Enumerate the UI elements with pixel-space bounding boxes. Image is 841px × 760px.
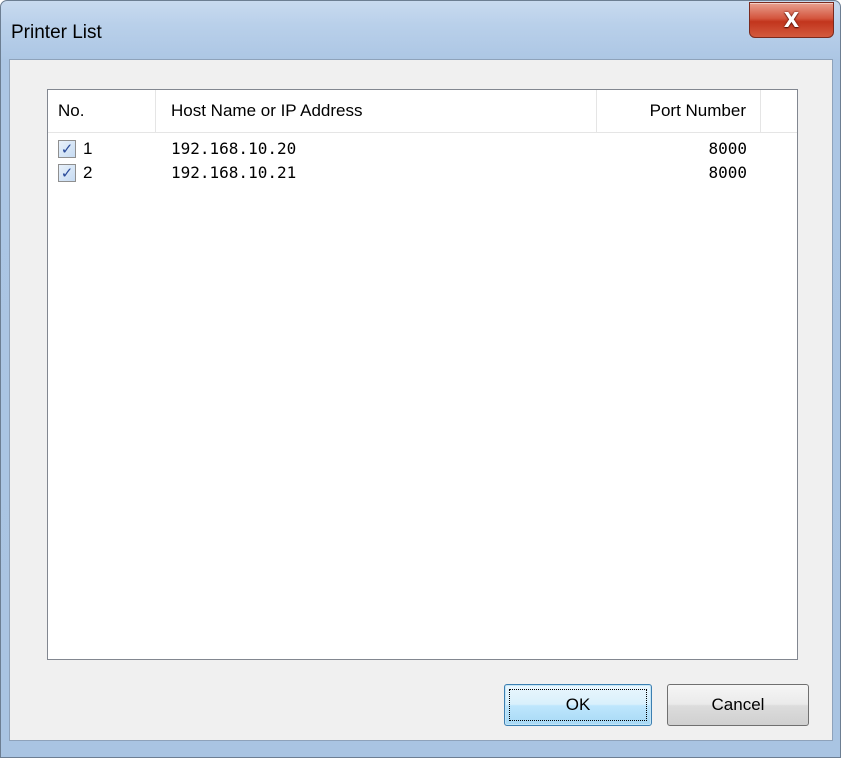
focus-ring xyxy=(509,689,647,721)
column-header-port[interactable]: Port Number xyxy=(597,90,761,132)
dialog-client-area: No. Host Name or IP Address Port Number … xyxy=(9,59,833,741)
cancel-button-label: Cancel xyxy=(711,695,765,714)
checkmark-icon: ✓ xyxy=(60,139,74,158)
cell-host: 192.168.10.21 xyxy=(171,163,297,182)
title-bar[interactable]: Printer List X xyxy=(1,1,840,59)
list-row[interactable]: ✓ 1 192.168.10.20 8000 xyxy=(48,138,797,161)
cancel-button[interactable]: Cancel xyxy=(667,684,809,726)
close-button[interactable]: X xyxy=(749,2,834,38)
column-header-filler xyxy=(761,90,798,132)
cell-host: 192.168.10.20 xyxy=(171,139,297,158)
window-title: Printer List xyxy=(11,22,102,43)
cell-no: 1 xyxy=(83,139,93,158)
cell-port: 8000 xyxy=(708,163,747,182)
cell-port: 8000 xyxy=(708,139,747,158)
column-header-no[interactable]: No. xyxy=(48,90,156,132)
printer-list-dialog: Printer List X No. Host Name or IP Addre… xyxy=(0,0,841,758)
column-header-host[interactable]: Host Name or IP Address xyxy=(156,90,597,132)
list-header: No. Host Name or IP Address Port Number xyxy=(48,90,797,133)
printer-list-view[interactable]: No. Host Name or IP Address Port Number … xyxy=(47,89,798,660)
list-row[interactable]: ✓ 2 192.168.10.21 8000 xyxy=(48,162,797,185)
row-checkbox[interactable]: ✓ xyxy=(58,140,76,158)
close-icon: X xyxy=(783,8,800,32)
row-checkbox[interactable]: ✓ xyxy=(58,164,76,182)
ok-button[interactable]: OK xyxy=(504,684,652,726)
checkmark-icon: ✓ xyxy=(60,163,74,182)
cell-no: 2 xyxy=(83,163,93,182)
